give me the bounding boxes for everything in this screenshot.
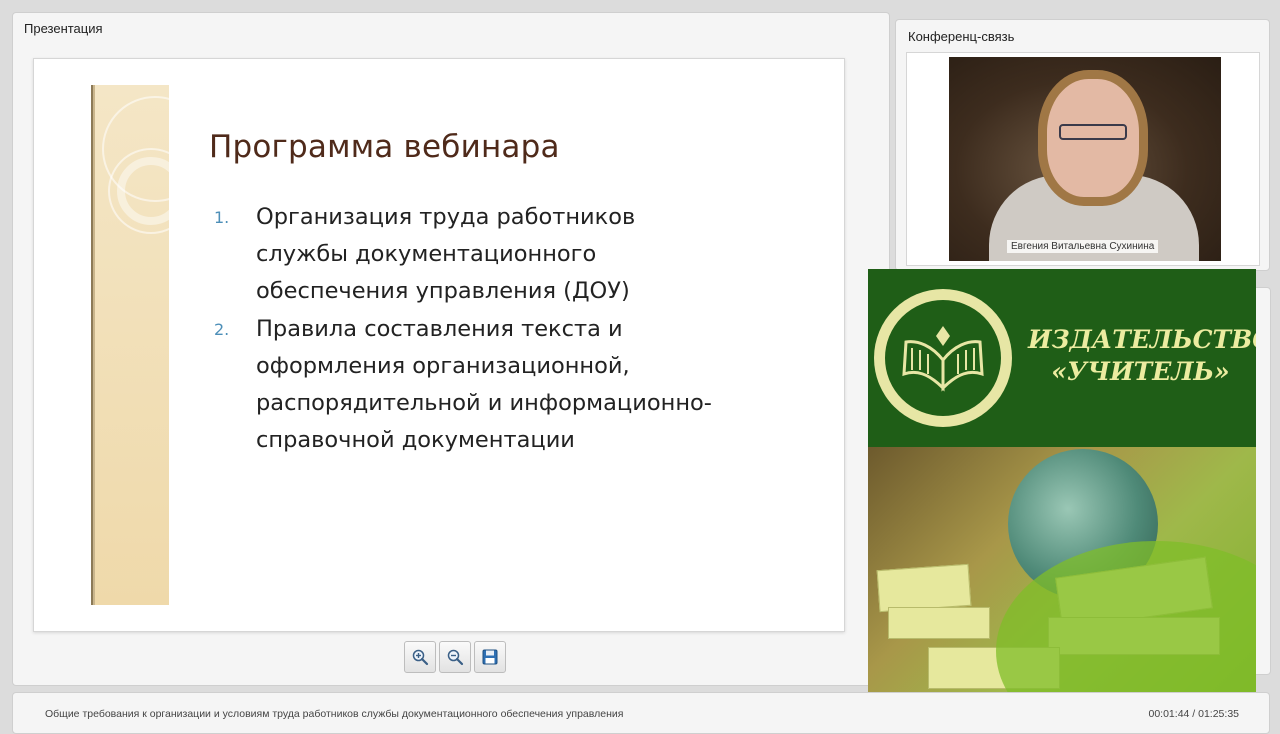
slide-zoom-toolbar xyxy=(404,641,506,673)
speaker-video[interactable]: Евгения Витальевна Сухинина xyxy=(949,57,1221,261)
side-panel-edge xyxy=(1256,287,1271,675)
agenda-item-text: Организация труда работников службы доку… xyxy=(256,204,636,304)
presentation-panel: Презентация Программа вебинара 1. Органи… xyxy=(12,12,890,686)
speaker-glasses xyxy=(1059,124,1127,140)
zoom-in-button[interactable] xyxy=(404,641,436,673)
slide-decoration xyxy=(91,85,169,605)
agenda-item-text: Правила составления текста и оформления … xyxy=(256,316,712,453)
save-button[interactable] xyxy=(474,641,506,673)
publisher-ad-banner[interactable]: ИЗДАТЕЛЬСТВО «УЧИТЕЛЬ» xyxy=(868,269,1256,701)
conference-panel: Конференц-связь Евгения Витальевна Сухин… xyxy=(895,19,1270,271)
conference-panel-title: Конференц-связь xyxy=(908,29,1015,44)
slide-heading: Программа вебинара xyxy=(209,129,560,165)
zoom-in-icon xyxy=(412,649,429,666)
agenda-item: 1. Организация труда работников службы д… xyxy=(214,199,714,310)
zoom-out-icon xyxy=(447,649,464,666)
agenda-item: 2. Правила составления текста и оформлен… xyxy=(214,311,714,459)
ad-image-books-globe xyxy=(868,447,1256,701)
book-illustration xyxy=(876,563,972,613)
slide-agenda-list: 1. Организация труда работников службы д… xyxy=(214,199,714,460)
slide-circles-ornament xyxy=(102,96,169,234)
publisher-logo xyxy=(874,289,1012,427)
video-frame: Евгения Витальевна Сухинина xyxy=(906,52,1260,266)
slide: Программа вебинара 1. Организация труда … xyxy=(33,58,845,632)
agenda-item-number: 1. xyxy=(214,208,230,227)
publisher-name-line2: «УЧИТЕЛЬ» xyxy=(1051,357,1230,386)
publisher-name-line1: ИЗДАТЕЛЬСТВО xyxy=(1028,325,1256,354)
open-book-logo-icon xyxy=(902,326,984,392)
presentation-panel-title: Презентация xyxy=(24,21,103,36)
playback-timecode: 00:01:44 / 01:25:35 xyxy=(1148,708,1240,720)
webinar-title: Общие требования к организации и условия… xyxy=(45,708,624,720)
speaker-name-label: Евгения Витальевна Сухинина xyxy=(1007,240,1159,253)
ad-header: ИЗДАТЕЛЬСТВО «УЧИТЕЛЬ» xyxy=(868,269,1256,447)
playback-footer: Общие требования к организации и условия… xyxy=(12,692,1270,734)
publisher-logo-inner xyxy=(882,297,1004,419)
floppy-disk-icon xyxy=(482,649,498,665)
agenda-item-number: 2. xyxy=(214,320,230,339)
zoom-out-button[interactable] xyxy=(439,641,471,673)
book-illustration xyxy=(888,607,990,639)
publisher-name: ИЗДАТЕЛЬСТВО «УЧИТЕЛЬ» xyxy=(1028,324,1256,388)
